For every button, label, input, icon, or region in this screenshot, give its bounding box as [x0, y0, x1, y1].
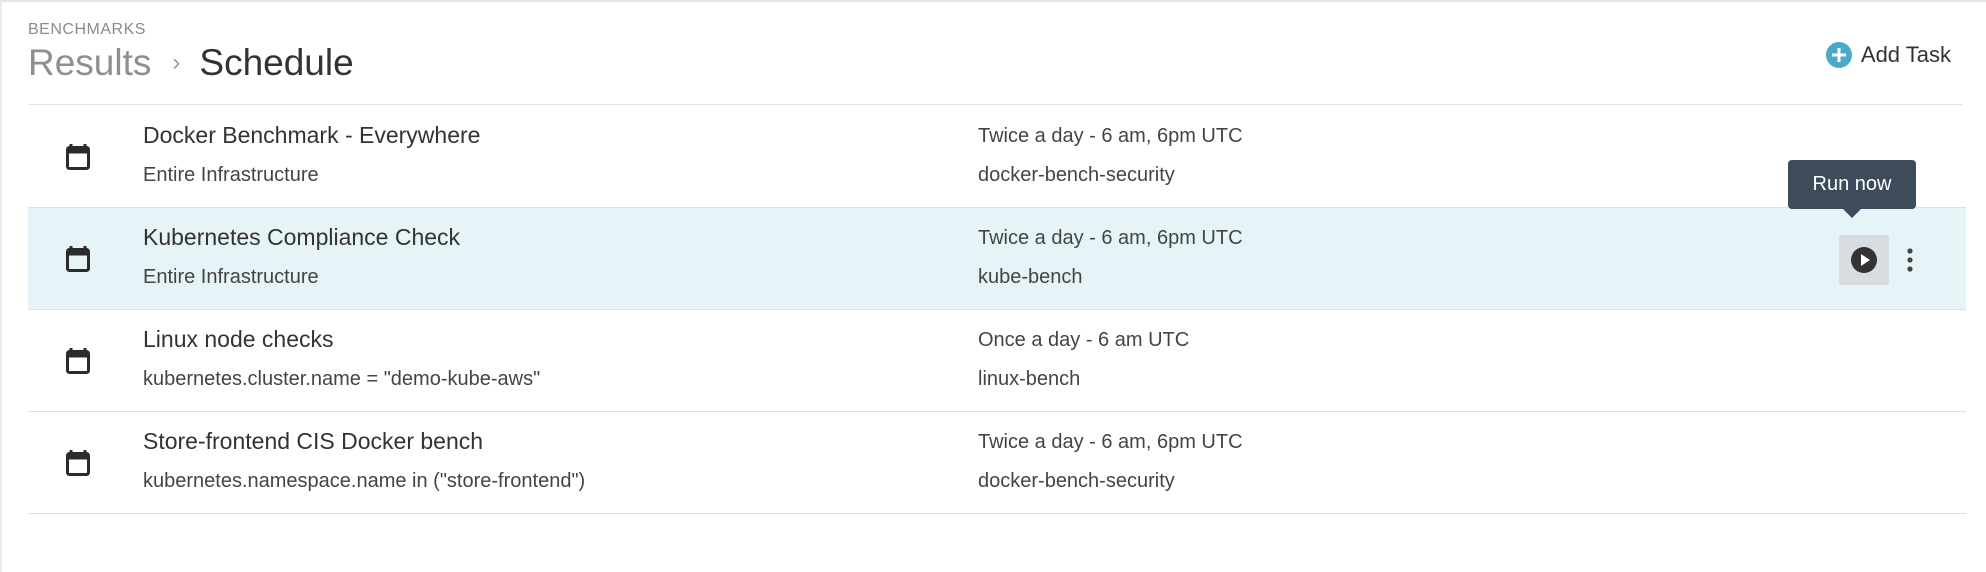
more-options-button[interactable]	[1896, 235, 1924, 285]
add-task-label: Add Task	[1860, 42, 1951, 67]
more-vertical-icon	[1907, 248, 1913, 272]
task-schedule: Twice a day - 6 am, 6pm UTC	[978, 431, 1243, 453]
task-name: Docker Benchmark - Everywhere	[143, 122, 481, 148]
task-schedule: Twice a day - 6 am, 6pm UTC	[978, 227, 1243, 249]
task-list: Docker Benchmark - Everywhere Entire Inf…	[28, 106, 1966, 514]
page-title: Schedule	[199, 42, 354, 83]
task-benchmark: linux-bench	[978, 368, 1081, 390]
task-name: Store-frontend CIS Docker bench	[143, 428, 484, 454]
task-name: Kubernetes Compliance Check	[143, 224, 461, 250]
task-row[interactable]: Docker Benchmark - Everywhere Entire Inf…	[28, 106, 1966, 208]
task-row[interactable]: Store-frontend CIS Docker bench kubernet…	[28, 412, 1966, 514]
task-benchmark: docker-bench-security	[978, 470, 1175, 492]
breadcrumb: Results › Schedule	[28, 40, 354, 86]
task-scope: Entire Infrastructure	[143, 164, 319, 186]
task-benchmark: docker-bench-security	[978, 164, 1175, 186]
calendar-icon	[66, 144, 90, 170]
play-circle-icon	[1851, 247, 1877, 273]
row-actions	[1806, 208, 1966, 308]
task-benchmark: kube-bench	[978, 266, 1083, 288]
calendar-icon	[66, 348, 90, 374]
run-now-tooltip: Run now	[1788, 160, 1916, 218]
page-header: BENCHMARKS Results › Schedule Add Task	[28, 2, 1962, 105]
plus-circle-icon	[1825, 42, 1852, 68]
page-frame: BENCHMARKS Results › Schedule Add Task D…	[0, 0, 1986, 572]
run-now-button[interactable]	[1839, 235, 1889, 285]
task-row[interactable]: Kubernetes Compliance Check Entire Infra…	[28, 208, 1966, 310]
task-schedule: Twice a day - 6 am, 6pm UTC	[978, 125, 1243, 147]
task-row[interactable]: Linux node checks kubernetes.cluster.nam…	[28, 310, 1966, 412]
task-scope: kubernetes.cluster.name = "demo-kube-aws…	[143, 368, 541, 390]
breadcrumb-results-link[interactable]: Results	[28, 42, 151, 84]
task-scope: Entire Infrastructure	[143, 266, 319, 288]
task-scope: kubernetes.namespace.name in ("store-fro…	[143, 470, 586, 492]
section-label: BENCHMARKS	[28, 21, 146, 38]
calendar-icon	[66, 450, 90, 476]
task-name: Linux node checks	[143, 326, 334, 352]
breadcrumb-separator: ›	[172, 49, 181, 76]
add-task-button[interactable]: Add Task	[1825, 39, 1951, 71]
task-schedule: Once a day - 6 am UTC	[978, 329, 1190, 351]
calendar-icon	[66, 246, 90, 272]
